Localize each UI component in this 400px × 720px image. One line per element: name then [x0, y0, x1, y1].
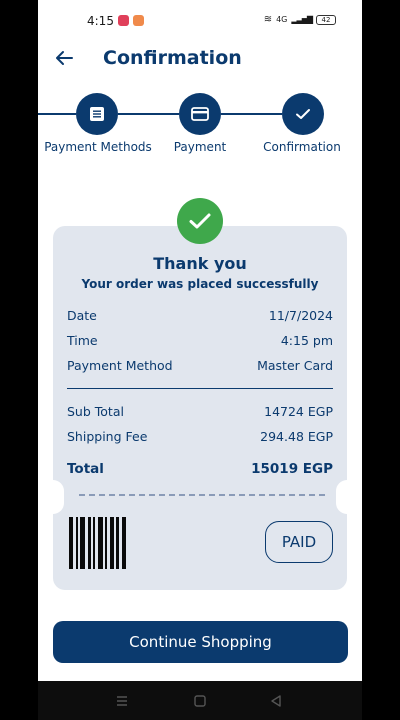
page-title: Confirmation	[103, 47, 242, 69]
signal-icon: ▂▃▅▇	[291, 15, 313, 24]
success-message: Your order was placed successfully	[81, 277, 319, 291]
time-row: Time 4:15 pm	[67, 333, 333, 348]
wifi-icon: ≋	[263, 14, 273, 25]
payment-method-label: Payment Method	[67, 358, 173, 373]
heart-notification-icon	[133, 15, 144, 26]
success-badge	[177, 198, 223, 244]
total-row: Total 15019 EGP	[67, 461, 333, 477]
ticket-notch-right	[336, 480, 358, 514]
tear-line	[79, 494, 325, 496]
barcode	[69, 517, 126, 569]
step-connector	[118, 113, 179, 115]
paid-badge: PAID	[265, 521, 333, 563]
step-payment-methods[interactable]	[76, 93, 118, 135]
status-indicators: ≋ 4G ▂▃▅▇ 42	[264, 14, 336, 25]
confirmation-screen: 4:15 ≋ 4G ▂▃▅▇ 42 Confirmation Payment M…	[38, 0, 362, 681]
subtotal-value: 14724 EGP	[264, 404, 333, 419]
check-icon	[296, 109, 310, 119]
total-label: Total	[67, 461, 104, 477]
system-navigation-bar	[38, 681, 362, 720]
arrow-left-icon	[56, 51, 73, 65]
checkout-stepper: Payment Methods Payment Confirmation	[38, 90, 362, 160]
ticket-notch-left	[42, 480, 64, 514]
total-value: 15019 EGP	[251, 461, 333, 477]
step-label-payment: Payment	[173, 140, 227, 154]
back-triangle-icon	[271, 695, 281, 707]
step-confirmation[interactable]	[282, 93, 324, 135]
battery-icon: 42	[316, 14, 336, 25]
subtotal-label: Sub Total	[67, 404, 124, 419]
step-connector	[38, 113, 76, 115]
status-bar: 4:15 ≋ 4G ▂▃▅▇ 42	[38, 0, 362, 40]
date-value: 11/7/2024	[268, 308, 333, 323]
back-button[interactable]	[52, 46, 76, 70]
back-nav-button[interactable]	[268, 693, 284, 709]
shipping-fee-label: Shipping Fee	[67, 429, 148, 444]
payment-method-value: Master Card	[257, 358, 333, 373]
app-header: Confirmation	[38, 40, 362, 80]
shipping-fee-value: 294.48 EGP	[260, 429, 333, 444]
continue-shopping-button[interactable]: Continue Shopping	[53, 621, 348, 663]
home-nav-button[interactable]	[192, 693, 208, 709]
menu-nav-button[interactable]	[114, 693, 130, 709]
step-payment[interactable]	[179, 93, 221, 135]
payment-method-row: Payment Method Master Card	[67, 358, 333, 373]
time-value: 4:15 pm	[280, 333, 333, 348]
list-icon	[90, 107, 104, 121]
menu-icon	[117, 696, 127, 706]
thank-you-heading: Thank you	[153, 254, 247, 273]
order-receipt-card: Thank you Your order was placed successf…	[42, 226, 358, 590]
date-label: Date	[67, 308, 97, 323]
checkmark-icon	[189, 213, 211, 229]
card-icon	[191, 107, 209, 121]
status-time: 4:15	[87, 14, 114, 28]
network-type-label: 4G	[276, 15, 288, 24]
app-notification-icon	[118, 15, 129, 26]
time-label: Time	[67, 333, 98, 348]
step-label-payment-methods: Payment Methods	[44, 140, 152, 154]
step-label-confirmation: Confirmation	[263, 140, 341, 154]
receipt-divider	[67, 388, 333, 389]
home-square-icon	[194, 695, 206, 707]
date-row: Date 11/7/2024	[67, 308, 333, 323]
shipping-fee-row: Shipping Fee 294.48 EGP	[67, 429, 333, 444]
step-connector	[221, 113, 282, 115]
subtotal-row: Sub Total 14724 EGP	[67, 404, 333, 419]
